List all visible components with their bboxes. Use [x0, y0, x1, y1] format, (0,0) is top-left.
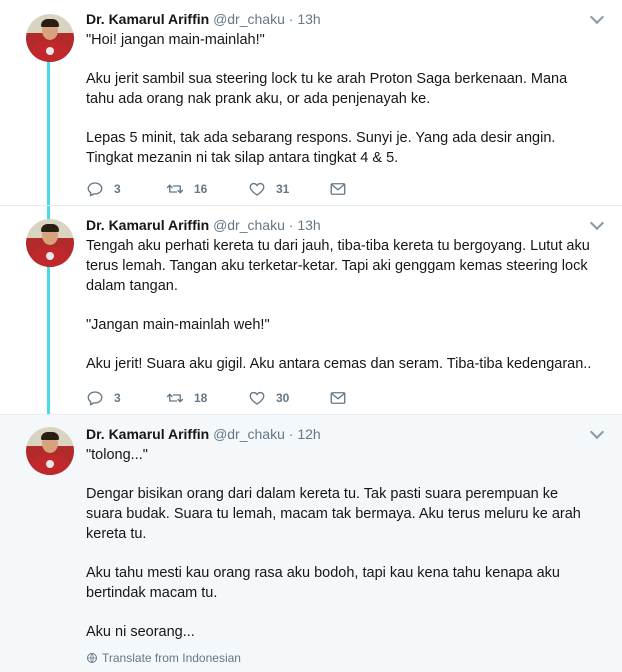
avatar[interactable] — [26, 427, 74, 475]
tweet[interactable]: Dr. Kamarul Ariffin @dr_chaku · 12h "tol… — [0, 415, 622, 672]
author-name[interactable]: Dr. Kamarul Ariffin — [86, 426, 209, 442]
tweet-actions: 3 16 31 — [86, 179, 386, 199]
like-button[interactable]: 30 — [248, 388, 289, 408]
timestamp[interactable]: 12h — [297, 426, 320, 442]
separator-dot: · — [288, 11, 294, 27]
tweet-paragraph: "Hoi! jangan main-mainlah!" — [86, 32, 265, 48]
tweet-paragraph: Dengar bisikan orang dari dalam kereta t… — [86, 486, 581, 542]
avatar[interactable] — [26, 219, 74, 267]
retweet-icon — [166, 393, 184, 403]
tweet-text: "Hoi! jangan main-mainlah!" Aku jerit sa… — [86, 30, 596, 168]
heart-icon — [249, 391, 265, 405]
heart-icon — [249, 182, 265, 196]
like-count: 30 — [276, 391, 290, 405]
reply-icon — [87, 182, 103, 197]
reply-button[interactable]: 3 — [86, 388, 121, 408]
reply-count: 3 — [114, 391, 121, 405]
tweet-header: Dr. Kamarul Ariffin @dr_chaku · 12h — [86, 425, 596, 443]
envelope-icon — [330, 392, 346, 404]
tweet[interactable]: Dr. Kamarul Ariffin @dr_chaku · 13h Teng… — [0, 206, 622, 415]
author-handle[interactable]: @dr_chaku — [213, 217, 285, 233]
retweet-button[interactable]: 18 — [166, 388, 207, 408]
tweet-paragraph: "Jangan main-mainlah weh!" — [86, 317, 270, 333]
tweet-text: Tengah aku perhati kereta tu dari jauh, … — [86, 236, 596, 374]
retweet-icon — [166, 184, 184, 194]
tweet-paragraph: "tolong..." — [86, 447, 148, 463]
timestamp[interactable]: 13h — [297, 11, 320, 27]
envelope-icon — [330, 183, 346, 195]
tweet-paragraph: Aku tahu mesti kau orang rasa aku bodoh,… — [86, 565, 560, 601]
author-handle[interactable]: @dr_chaku — [213, 11, 285, 27]
globe-icon — [87, 653, 97, 663]
tweet-paragraph: Lepas 5 minit, tak ada sebarang respons.… — [86, 130, 556, 166]
reply-button[interactable]: 3 — [86, 179, 121, 199]
tweet-header: Dr. Kamarul Ariffin @dr_chaku · 13h — [86, 10, 596, 28]
like-button[interactable]: 31 — [248, 179, 289, 199]
author-handle[interactable]: @dr_chaku — [213, 426, 285, 442]
retweet-count: 16 — [194, 182, 208, 196]
tweet-paragraph: Tengah aku perhati kereta tu dari jauh, … — [86, 238, 590, 294]
avatar[interactable] — [26, 14, 74, 62]
translate-link[interactable]: Translate from Indonesian — [86, 651, 241, 665]
direct-message-button[interactable] — [329, 388, 357, 408]
tweet-paragraph: Aku jerit sambil sua steering lock tu ke… — [86, 71, 568, 107]
translate-label[interactable]: Translate from Indonesian — [102, 651, 241, 665]
author-name[interactable]: Dr. Kamarul Ariffin — [86, 217, 209, 233]
direct-message-button[interactable] — [329, 179, 357, 199]
reply-icon — [87, 391, 103, 406]
retweet-count: 18 — [194, 391, 208, 405]
tweet-paragraph: Aku jerit! Suara aku gigil. Aku antara c… — [86, 356, 592, 372]
like-count: 31 — [276, 182, 290, 196]
tweet-text: "tolong..." Dengar bisikan orang dari da… — [86, 445, 596, 642]
tweet[interactable]: Dr. Kamarul Ariffin @dr_chaku · 13h "Hoi… — [0, 0, 622, 206]
tweet-paragraph: Aku ni seorang... — [86, 624, 195, 640]
separator-dot: · — [288, 217, 294, 233]
retweet-button[interactable]: 16 — [166, 179, 207, 199]
reply-count: 3 — [114, 182, 121, 196]
timestamp[interactable]: 13h — [297, 217, 320, 233]
tweet-actions: 3 18 30 — [86, 388, 386, 408]
separator-dot: · — [288, 426, 294, 442]
author-name[interactable]: Dr. Kamarul Ariffin — [86, 11, 209, 27]
tweet-header: Dr. Kamarul Ariffin @dr_chaku · 13h — [86, 216, 596, 234]
